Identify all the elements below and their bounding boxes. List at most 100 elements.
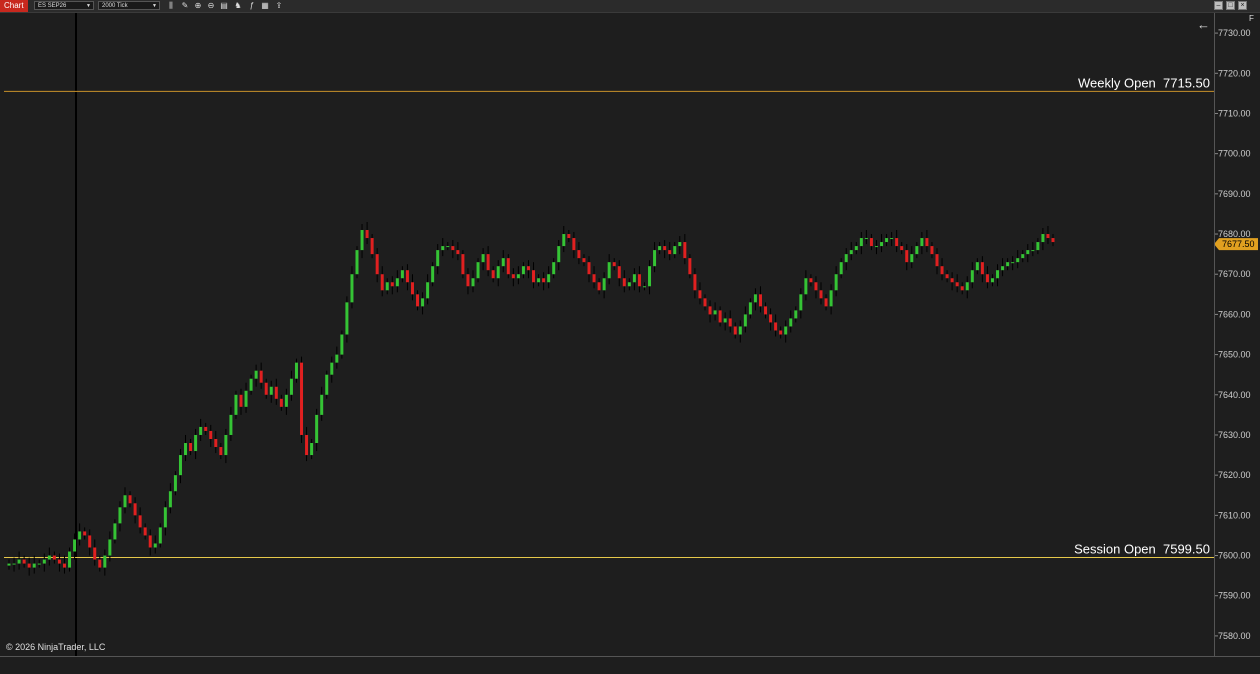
- strategy-icon[interactable]: ♞: [233, 1, 243, 11]
- candle-body: [375, 254, 379, 275]
- chevron-down-icon: ▼: [152, 3, 157, 9]
- draw-tool-icon[interactable]: ✎: [180, 1, 190, 11]
- candle-body: [284, 394, 288, 407]
- candle-body: [723, 318, 727, 323]
- candle-body: [683, 242, 687, 259]
- zoom-out-icon[interactable]: ⊖: [206, 1, 216, 11]
- candle-body: [214, 438, 218, 448]
- candle-body: [769, 314, 773, 323]
- candle-body: [103, 555, 107, 568]
- instrument-selector[interactable]: ES SEP26 ▼: [34, 1, 94, 10]
- candle-body: [587, 262, 591, 275]
- candle-body: [703, 298, 707, 307]
- candle-body: [1036, 242, 1040, 251]
- price-axis-border: [1214, 13, 1215, 656]
- candle-body: [52, 555, 56, 560]
- zoom-in-icon[interactable]: ⊕: [193, 1, 203, 11]
- candle-body: [698, 290, 702, 299]
- candle-body: [254, 370, 258, 379]
- grid-icon[interactable]: ▦: [260, 1, 270, 11]
- candle-body: [416, 294, 420, 307]
- candle-body: [78, 531, 82, 540]
- candle-body: [945, 274, 949, 279]
- time-axis-border: [0, 656, 1260, 657]
- candle-body: [1016, 258, 1020, 263]
- candle-body: [269, 386, 273, 395]
- candle-body: [794, 310, 798, 319]
- candle-body: [189, 443, 193, 452]
- f-label[interactable]: F: [1249, 14, 1254, 23]
- price-tick-label: 7670.00: [1218, 269, 1251, 279]
- candle-body: [158, 527, 162, 544]
- chart-plot-area[interactable]: Weekly Open 7715.50Session Open 7599.50 …: [0, 13, 1260, 656]
- close-icon[interactable]: ×: [1238, 1, 1247, 10]
- share-icon[interactable]: ⇪: [274, 1, 284, 11]
- candle-body: [542, 278, 546, 283]
- candle-body: [410, 282, 414, 295]
- candle-body: [264, 382, 268, 395]
- candle-body: [335, 354, 339, 363]
- candle-body: [163, 507, 167, 528]
- candle-body: [441, 246, 445, 251]
- current-price-label: 7677.50: [1222, 239, 1255, 249]
- properties-icon[interactable]: ▤: [219, 1, 229, 11]
- candle-body: [653, 250, 657, 267]
- candle-body: [950, 278, 954, 283]
- candle-body: [602, 278, 606, 291]
- candle-body: [47, 555, 51, 560]
- candle-body: [612, 262, 616, 267]
- candle-body: [663, 246, 667, 251]
- candle-body: [22, 559, 26, 564]
- bars-type-icon[interactable]: ⫼: [166, 1, 176, 11]
- candle-body: [617, 266, 621, 279]
- candle-body: [532, 270, 536, 283]
- candle-body: [385, 282, 389, 291]
- candle-body: [900, 246, 904, 251]
- candle-body: [970, 270, 974, 283]
- candle-body: [199, 426, 203, 435]
- level-label: Session Open 7599.50: [1074, 542, 1210, 557]
- candle-body: [1051, 238, 1055, 243]
- maximize-icon[interactable]: □: [1226, 1, 1235, 10]
- candle-body: [148, 535, 152, 548]
- candle-body: [627, 282, 631, 287]
- candle-body: [547, 274, 551, 283]
- candle-body: [905, 250, 909, 263]
- candle-body: [567, 234, 571, 239]
- candle-body: [844, 254, 848, 263]
- candle-body: [259, 370, 263, 383]
- candle-body: [7, 563, 11, 566]
- instrument-label: ES SEP26: [38, 3, 67, 9]
- candle-body: [426, 282, 430, 299]
- candle-body: [990, 278, 994, 283]
- candle-body: [955, 282, 959, 287]
- candle-body: [713, 310, 717, 315]
- price-axis: 7730.00 7720.00 7710.00 7700.00 7690.00 7680.…: [1214, 28, 1251, 641]
- price-tick-label: 7660.00: [1218, 309, 1251, 319]
- candle-body: [572, 238, 576, 251]
- candle-body: [57, 559, 61, 564]
- candle-body: [330, 362, 334, 375]
- candle-body: [1011, 262, 1015, 264]
- minimize-icon[interactable]: –: [1214, 1, 1223, 10]
- price-tick-label: 7710.00: [1218, 108, 1251, 118]
- candle-body: [320, 394, 324, 415]
- candle-body: [869, 238, 873, 247]
- candle-body: [17, 559, 21, 564]
- interval-selector[interactable]: 2000 Tick ▼: [98, 1, 160, 10]
- chevron-down-icon: ▼: [86, 3, 91, 9]
- candle-body: [446, 246, 450, 248]
- back-arrow-icon[interactable]: ←: [1197, 17, 1210, 32]
- candle-body: [436, 250, 440, 267]
- candle-body: [839, 262, 843, 275]
- price-tick-label: 7690.00: [1218, 189, 1251, 199]
- candle-body: [859, 238, 863, 247]
- candle-body: [325, 374, 329, 395]
- candle-body: [864, 238, 868, 240]
- candle-body: [294, 362, 298, 379]
- candle-body: [910, 254, 914, 263]
- indicator-icon[interactable]: ƒ: [247, 1, 257, 11]
- price-tick-label: 7590.00: [1218, 591, 1251, 601]
- chart-tab[interactable]: Chart: [0, 0, 28, 12]
- candle-body: [975, 262, 979, 271]
